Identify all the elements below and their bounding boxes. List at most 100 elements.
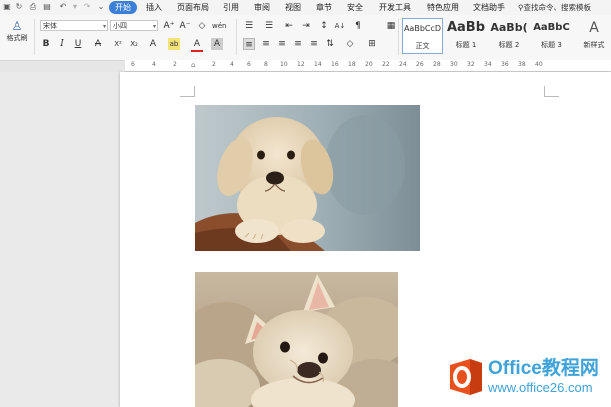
tab-view[interactable]: 视图 <box>285 1 301 14</box>
justify-button[interactable]: ≡ <box>292 38 304 50</box>
numbered-list-icon[interactable]: ☰ <box>263 20 275 32</box>
ruler-label: 36 <box>501 61 509 68</box>
clear-format-icon[interactable]: ◇ <box>196 20 208 32</box>
superscript-button[interactable]: X² <box>112 38 124 50</box>
distributed-button[interactable]: ≡ <box>308 38 320 50</box>
tab-insert[interactable]: 插入 <box>146 1 162 14</box>
tab-document-assistant[interactable]: 文档助手 <box>473 1 505 14</box>
new-style-icon: A <box>589 20 599 36</box>
tab-featured-apps[interactable]: 特色应用 <box>427 1 459 14</box>
italic-button[interactable]: I <box>56 38 68 50</box>
paragraph-spacing-icon[interactable]: ⇅ <box>324 38 336 50</box>
shrink-font-icon[interactable]: A⁻ <box>179 20 191 32</box>
puppy-photo[interactable] <box>195 105 420 251</box>
undo-icon[interactable]: ↶ <box>58 2 68 12</box>
style-normal[interactable]: AaBbCcD 正文 <box>402 18 443 54</box>
text-effect-button[interactable]: A <box>147 38 159 50</box>
align-right-button[interactable]: ≡ <box>276 38 288 50</box>
bullet-list-icon[interactable]: ☰ <box>243 20 255 32</box>
borders-icon[interactable]: ⊞ <box>366 38 378 50</box>
site-watermark: Office教程网 www.office26.com <box>444 356 606 398</box>
tab-review[interactable]: 审阅 <box>254 1 270 14</box>
increase-indent-icon[interactable]: ⇥ <box>300 20 312 32</box>
format-painter-button[interactable]: ♙ 格式刷 <box>4 19 30 57</box>
tab-page-layout[interactable]: 页面布局 <box>177 1 209 14</box>
show-marks-icon[interactable]: ¶ <box>352 20 364 32</box>
ruler-label: 30 <box>450 61 458 68</box>
align-center-button[interactable]: ≡ <box>260 38 272 50</box>
style-heading-2[interactable]: AaBb( 标题 2 <box>488 18 530 54</box>
margin-corner-marker <box>180 86 195 97</box>
underline-button[interactable]: U <box>72 38 84 50</box>
chevron-down-icon: ▾ <box>102 23 106 30</box>
style-label: 标题 1 <box>455 41 477 49</box>
ruler-label: 38 <box>518 61 526 68</box>
ruler-label: 32 <box>467 61 475 68</box>
ruler-label: 20 <box>365 61 373 68</box>
ruler-label: 6 <box>247 61 251 68</box>
tab-home[interactable]: 开始 <box>109 1 137 14</box>
redo-icon[interactable]: ↻ <box>14 2 24 12</box>
ruler-label: 16 <box>331 61 339 68</box>
style-sample: AaBb( <box>490 21 528 34</box>
command-search[interactable]: ⚲查找命令、搜索模板 <box>518 1 591 14</box>
ruler-label: 6 <box>131 61 135 68</box>
align-left-button[interactable]: ≡ <box>243 38 255 50</box>
ruler-label: 10 <box>280 61 288 68</box>
new-style-button[interactable]: A 新样式 <box>579 18 609 56</box>
font-color-button[interactable]: A <box>191 38 203 52</box>
ruler-label: 26 <box>416 61 424 68</box>
redo-arrow-icon[interactable]: ↷ <box>82 2 92 12</box>
tab-references[interactable]: 引用 <box>223 1 239 14</box>
ruler-label: 28 <box>433 61 441 68</box>
ruler-label: 2 <box>173 61 177 68</box>
undo-dropdown-icon[interactable]: ▾ <box>70 2 80 12</box>
line-spacing-icon[interactable]: ↕ <box>318 20 330 32</box>
customize-icon[interactable]: ⌄ <box>96 2 106 12</box>
style-gallery: AaBbCcD 正文 AaBb 标题 1 AaBb( 标题 2 AaBbC 标题… <box>402 18 572 56</box>
bulldog-photo[interactable] <box>195 272 398 407</box>
ruler-label: 18 <box>348 61 356 68</box>
tab-section[interactable]: 章节 <box>316 1 332 14</box>
character-shading-button[interactable]: A <box>211 38 223 50</box>
decrease-indent-icon[interactable]: ⇤ <box>283 20 295 32</box>
tab-security[interactable]: 安全 <box>347 1 363 14</box>
style-label: 标题 2 <box>498 41 520 49</box>
ruler-label: 8 <box>264 61 268 68</box>
tab-developer-tools[interactable]: 开发工具 <box>379 1 411 14</box>
new-style-label: 新样式 <box>583 41 605 49</box>
strikethrough-button[interactable]: A <box>92 38 104 50</box>
divider <box>34 19 35 55</box>
font-name-value: 宋体 <box>43 22 57 30</box>
ruler-label: 4 <box>230 61 234 68</box>
watermark-url: www.office26.com <box>488 380 593 395</box>
print-preview-icon[interactable]: ⎙ <box>28 2 38 12</box>
style-heading-1[interactable]: AaBb 标题 1 <box>445 18 487 54</box>
grow-font-icon[interactable]: A⁺ <box>163 20 175 32</box>
highlight-button[interactable]: ab <box>168 38 180 50</box>
print-icon[interactable]: ▤ <box>42 2 52 12</box>
horizontal-ruler[interactable]: 6 4 2 ⌂ 2 4 6 8 10 12 14 16 18 20 22 24 … <box>125 60 611 72</box>
shading-icon[interactable]: ◇ <box>344 38 356 50</box>
workspace-margin <box>0 72 120 407</box>
subscript-button[interactable]: X₂ <box>128 38 140 50</box>
table-icon[interactable]: ▦ <box>385 20 397 32</box>
chevron-down-icon: ▾ <box>152 23 156 30</box>
ruler-label: 12 <box>297 61 305 68</box>
bold-button[interactable]: B <box>40 38 52 50</box>
watermark-title: Office教程网 <box>488 358 599 379</box>
ribbon-toolbar: ♙ 格式刷 宋体 ▾ 小四 ▾ A⁺ A⁻ ◇ wén B I U A X² X… <box>0 15 611 61</box>
indent-marker-icon[interactable]: ⌂ <box>191 60 198 70</box>
sort-icon[interactable]: A↓ <box>334 20 346 32</box>
style-sample: AaBbC <box>533 22 570 33</box>
phonetic-guide-icon[interactable]: wén <box>212 20 226 32</box>
format-painter-label: 格式刷 <box>6 34 28 42</box>
ruler-label: 40 <box>535 61 543 68</box>
margin-corner-marker <box>544 86 559 97</box>
font-name-select[interactable]: 宋体 ▾ <box>40 20 108 31</box>
font-size-value: 小四 <box>113 22 127 30</box>
style-heading-3[interactable]: AaBbC 标题 3 <box>531 18 572 54</box>
brush-icon: ♙ <box>11 19 23 33</box>
save-icon[interactable]: ▣ <box>2 2 12 12</box>
font-size-select[interactable]: 小四 ▾ <box>110 20 158 31</box>
